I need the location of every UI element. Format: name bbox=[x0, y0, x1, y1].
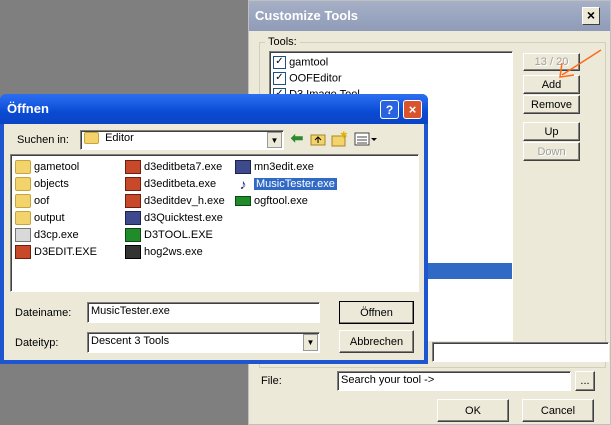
tool-name-field[interactable] bbox=[432, 342, 609, 362]
music-note-icon: ♪ bbox=[239, 176, 247, 193]
exe-icon bbox=[125, 177, 141, 192]
down-button[interactable]: Down bbox=[523, 142, 580, 161]
file-name: d3cp.exe bbox=[34, 229, 79, 241]
file-name: objects bbox=[34, 178, 69, 190]
file-label: File: bbox=[261, 375, 282, 387]
chevron-down-icon[interactable]: ▼ bbox=[267, 132, 282, 148]
help-icon[interactable]: ? bbox=[380, 100, 399, 119]
file-list[interactable]: gametool objects oof output d3cp.exe D3E… bbox=[10, 154, 419, 292]
list-item[interactable]: D3EDIT.EXE bbox=[15, 244, 97, 260]
back-icon[interactable]: ⬅ bbox=[289, 131, 305, 147]
file-name: oof bbox=[34, 195, 50, 207]
tool-name: gamtool bbox=[289, 56, 329, 69]
folder-icon bbox=[15, 194, 31, 209]
chevron-down-icon[interactable]: ▼ bbox=[303, 334, 318, 351]
file-name: d3editbeta.exe bbox=[144, 178, 217, 190]
list-item[interactable]: ogftool.exe bbox=[235, 193, 308, 209]
filename-label: Dateiname: bbox=[15, 307, 72, 319]
exe-icon bbox=[235, 196, 251, 207]
exe-icon bbox=[15, 245, 31, 260]
close-icon[interactable]: × bbox=[582, 7, 600, 25]
list-item[interactable]: hog2ws.exe bbox=[125, 244, 203, 260]
file-name: D3EDIT.EXE bbox=[34, 246, 97, 258]
folder-icon bbox=[84, 132, 99, 145]
tools-label: Tools: bbox=[265, 36, 300, 48]
list-item[interactable]: d3cp.exe bbox=[15, 227, 79, 243]
list-item[interactable]: d3editbeta7.exe bbox=[125, 159, 222, 175]
list-item-selected[interactable]: ♪ MusicTester.exe bbox=[235, 176, 337, 192]
exe-icon bbox=[125, 245, 141, 260]
list-item[interactable]: D3TOOL.EXE bbox=[125, 227, 213, 243]
filetype-label: Dateityp: bbox=[15, 337, 59, 349]
look-in-select[interactable]: Editor ▼ bbox=[80, 130, 284, 150]
open-title: Öffnen bbox=[7, 101, 49, 116]
list-item[interactable]: gametool bbox=[15, 159, 79, 175]
svg-text:✱: ✱ bbox=[340, 131, 347, 141]
up-folder-icon[interactable] bbox=[310, 131, 326, 147]
checkbox-checked-icon[interactable]: ✓ bbox=[273, 72, 286, 85]
list-item[interactable]: output bbox=[15, 210, 65, 226]
exe-icon bbox=[125, 160, 141, 175]
up-button[interactable]: Up bbox=[523, 122, 580, 141]
file-name: hog2ws.exe bbox=[144, 246, 203, 258]
exe-icon bbox=[235, 160, 251, 175]
tool-item[interactable]: ✓ gamtool bbox=[273, 56, 328, 69]
folder-icon bbox=[15, 177, 31, 192]
filename-input[interactable]: MusicTester.exe bbox=[87, 302, 320, 323]
exe-icon bbox=[125, 211, 141, 226]
file-name: d3editdev_h.exe bbox=[144, 195, 225, 207]
file-name: MusicTester.exe bbox=[254, 178, 337, 190]
exe-icon bbox=[125, 194, 141, 209]
ok-button[interactable]: OK bbox=[437, 399, 509, 422]
tool-item[interactable]: ✓ OOFEditor bbox=[273, 72, 342, 85]
file-name: gametool bbox=[34, 161, 80, 173]
file-name: mn3edit.exe bbox=[254, 161, 314, 173]
list-item[interactable]: objects bbox=[15, 176, 69, 192]
abbrechen-button[interactable]: Abbrechen bbox=[339, 330, 414, 353]
file-path-input[interactable]: Search your tool -> bbox=[337, 371, 571, 391]
customize-title-bar: Customize Tools × bbox=[249, 1, 610, 31]
customize-title: Customize Tools bbox=[255, 8, 359, 23]
open-title-bar: Öffnen ? × bbox=[0, 94, 428, 124]
look-in-value: Editor bbox=[105, 132, 134, 144]
folder-icon bbox=[15, 160, 31, 175]
list-item[interactable]: d3editbeta.exe bbox=[125, 176, 216, 192]
filetype-select[interactable]: Descent 3 Tools ▼ bbox=[87, 332, 320, 353]
file-name: d3Quicktest.exe bbox=[144, 212, 223, 224]
open-dialog-body: Suchen in: Editor ▼ ⬅ ✱ gametool objects… bbox=[4, 124, 424, 360]
list-item[interactable]: oof bbox=[15, 193, 49, 209]
new-folder-icon[interactable]: ✱ bbox=[331, 131, 348, 147]
file-name: d3editbeta7.exe bbox=[144, 161, 223, 173]
tool-name: OOFEditor bbox=[289, 72, 342, 85]
open-file-dialog: Öffnen ? × Suchen in: Editor ▼ ⬅ ✱ gamet… bbox=[0, 94, 428, 364]
filetype-value: Descent 3 Tools bbox=[91, 335, 170, 347]
file-name: ogftool.exe bbox=[254, 195, 308, 207]
file-name: D3TOOL.EXE bbox=[144, 229, 213, 241]
exe-icon bbox=[125, 228, 141, 243]
browse-button[interactable]: ... bbox=[575, 371, 595, 391]
cancel-button[interactable]: Cancel bbox=[522, 399, 594, 422]
checkbox-checked-icon[interactable]: ✓ bbox=[273, 56, 286, 69]
file-name: output bbox=[34, 212, 65, 224]
list-item[interactable]: d3Quicktest.exe bbox=[125, 210, 223, 226]
look-in-label: Suchen in: bbox=[17, 134, 69, 146]
open-button[interactable]: Öffnen bbox=[339, 301, 414, 324]
list-item[interactable]: d3editdev_h.exe bbox=[125, 193, 225, 209]
remove-button[interactable]: Remove bbox=[523, 95, 580, 114]
arrow-annotation-icon bbox=[559, 49, 602, 78]
close-icon[interactable]: × bbox=[403, 100, 422, 119]
list-item[interactable]: mn3edit.exe bbox=[235, 159, 314, 175]
folder-icon bbox=[15, 211, 31, 226]
exe-icon bbox=[15, 228, 31, 243]
view-menu-icon[interactable] bbox=[354, 131, 378, 147]
